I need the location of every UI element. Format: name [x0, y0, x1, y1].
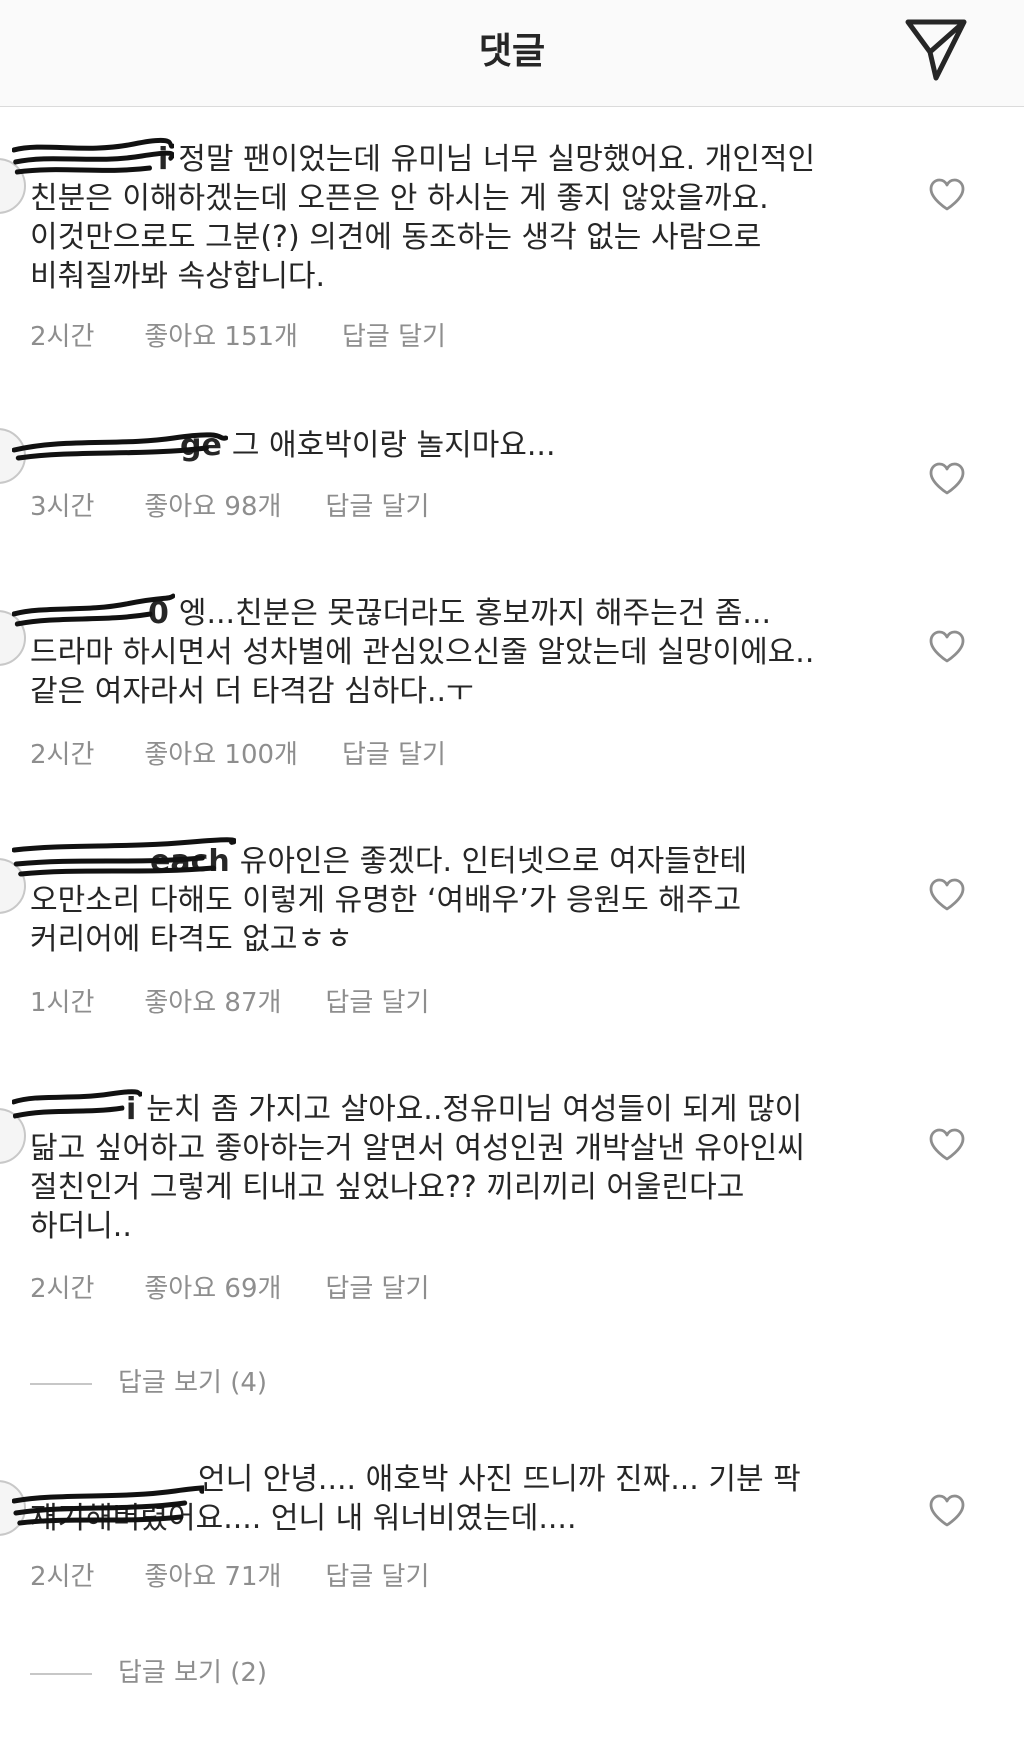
comment-meta: 3시간 좋아요 98개 답글 달기	[30, 486, 473, 523]
comment-username[interactable]: each	[12, 837, 236, 881]
reply-button[interactable]: 답글 달기	[325, 486, 429, 523]
comment-meta: 2시간 좋아요 100개 답글 달기	[30, 734, 490, 771]
comment-time: 2시간	[30, 322, 95, 352]
comment-text-block: each 유아인은 좋겠다. 인터넷으로 여자들한테 오만소리 다해도 이렇게 유…	[12, 837, 880, 959]
comment-meta: 2시간 좋아요 71개 답글 달기	[30, 1556, 473, 1593]
comment-time: 2시간	[30, 740, 95, 770]
comment-text-block: 언니 안녕.... 애호박 사진 뜨니까 진짜... 기분 팍 재기해버렸어요.…	[12, 1460, 880, 1538]
reply-divider-line	[30, 1672, 92, 1675]
avatar[interactable]	[0, 858, 26, 914]
comment-username[interactable]: 0	[12, 593, 175, 633]
comment-username[interactable]: i	[12, 1089, 143, 1129]
scribble-redaction	[12, 1089, 143, 1119]
heart-icon[interactable]	[928, 1128, 966, 1162]
comment-text-block: i 눈치 좀 가지고 살아요..정유미님 여성들이 되게 많이 닮고 싶어하고 좋…	[12, 1089, 880, 1246]
like-count[interactable]: 좋아요 87개	[144, 982, 281, 1019]
comment-meta: 2시간 좋아요 69개 답글 달기	[30, 1268, 473, 1305]
comment-time: 2시간	[30, 1274, 95, 1304]
heart-icon[interactable]	[928, 1494, 966, 1528]
page-title: 댓글	[478, 31, 546, 72]
comment-username[interactable]: i	[12, 137, 175, 179]
reply-button[interactable]: 답글 달기	[325, 982, 429, 1019]
like-count[interactable]: 좋아요 69개	[144, 1268, 281, 1305]
like-count[interactable]: 좋아요 98개	[144, 486, 281, 523]
heart-icon[interactable]	[928, 462, 966, 496]
scribble-redaction	[12, 137, 175, 175]
heart-icon[interactable]	[928, 630, 966, 664]
reply-button[interactable]: 답글 달기	[325, 1556, 429, 1593]
heart-icon[interactable]	[928, 878, 966, 912]
avatar[interactable]	[0, 1480, 26, 1536]
view-replies-button[interactable]: 답글 보기 (2)	[30, 1652, 267, 1689]
heart-icon[interactable]	[928, 178, 966, 212]
reply-button[interactable]: 답글 달기	[342, 316, 446, 353]
view-replies-label: 답글 보기 (4)	[118, 1368, 268, 1398]
comment-body: 눈치 좀 가지고 살아요..정유미님 여성들이 되게 많이 닮고 싶어하고 좋아…	[30, 1092, 805, 1244]
comment-body: 그 애호박이랑 놀지마요...	[231, 428, 556, 463]
like-count[interactable]: 좋아요 100개	[144, 734, 298, 771]
comment-text-block: i 정말 팬이었는데 유미님 너무 실망했어요. 개인적인 친분은 이해하겠는데 …	[12, 137, 880, 296]
comment-text-block: 0 엥...친분은 못끊더라도 홍보까지 해주는건 좀... 드라마 하시면서 성…	[12, 593, 880, 711]
avatar[interactable]	[0, 158, 26, 214]
comment-time: 1시간	[30, 988, 95, 1018]
avatar[interactable]	[0, 1108, 26, 1164]
reply-divider-line	[30, 1382, 92, 1385]
comments-header: 댓글	[0, 0, 1024, 107]
like-count[interactable]: 좋아요 151개	[144, 316, 298, 353]
avatar[interactable]	[0, 610, 26, 666]
reply-button[interactable]: 답글 달기	[325, 1268, 429, 1305]
comment-username[interactable]: ge	[12, 426, 228, 465]
like-count[interactable]: 좋아요 71개	[144, 1556, 281, 1593]
view-replies-label: 답글 보기 (2)	[118, 1658, 268, 1688]
comment-meta: 1시간 좋아요 87개 답글 달기	[30, 982, 473, 1019]
reply-button[interactable]: 답글 달기	[342, 734, 446, 771]
comment-time: 3시간	[30, 492, 95, 522]
comment-body: 언니 안녕.... 애호박 사진 뜨니까 진짜... 기분 팍 재기해버렸어요.…	[30, 1462, 801, 1536]
paper-plane-icon[interactable]	[900, 14, 972, 86]
comment-meta: 2시간 좋아요 151개 답글 달기	[30, 316, 490, 353]
view-replies-button[interactable]: 답글 보기 (4)	[30, 1362, 267, 1399]
avatar[interactable]	[0, 428, 26, 484]
comment-time: 2시간	[30, 1562, 95, 1592]
comment-text-block: ge 그 애호박이랑 놀지마요...	[12, 426, 880, 465]
